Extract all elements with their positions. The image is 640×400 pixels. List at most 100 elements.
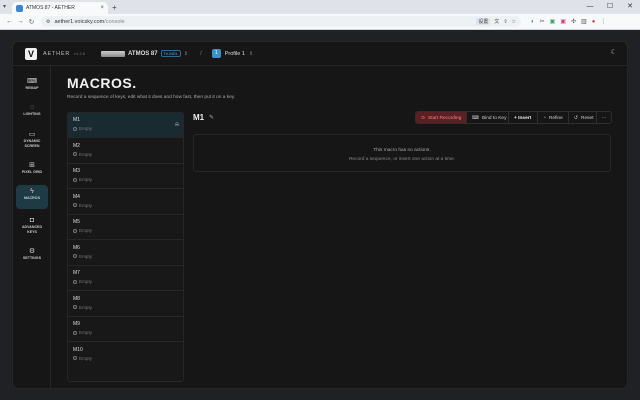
app-window: V AETHER v1.2.6 ATMOS 87 Tri-MDL ⇕ / 1 P… (12, 41, 628, 389)
empty-state-title: This macro has no actions. (373, 148, 431, 153)
extension-icon[interactable]: ▣ (550, 18, 556, 25)
empty-circle-icon (73, 356, 77, 360)
chevron-updown-icon: ⇕ (248, 50, 254, 57)
browser-toolbar: ← → ↻ ⚙ aether1.voicsky.com/console 设置 文… (0, 14, 640, 30)
advanced-icon: ◘ (29, 217, 35, 224)
sidebar-item-macros[interactable]: ϟ MACROS (16, 185, 48, 209)
translate-icon[interactable]: 文 (494, 18, 499, 25)
extension-icon[interactable]: ◐ (531, 19, 535, 25)
browser-tab[interactable]: ATMOS 87 - AETHER × (12, 2, 108, 14)
profile-avatar[interactable]: ● (592, 19, 596, 25)
sidebar-item-advanced-keys[interactable]: ◘ ADVANCED KEYS (16, 214, 48, 242)
brand-name: AETHER (43, 50, 71, 57)
page-subtitle: Record a sequence of keys, edit what it … (67, 95, 236, 100)
sidebar: ⌨ REMAP ◌ LIGHTING ▭ DYNAMIC SCREEN ⊞ PI… (13, 66, 51, 388)
sidebar-item-remap[interactable]: ⌨ REMAP (16, 74, 48, 98)
monitor-icon: ▭ (28, 131, 36, 138)
refine-button[interactable]: ◔ Refine (538, 112, 569, 123)
brand-logo-icon: V (25, 47, 37, 60)
url-text: aether1.voicsky.com/console (54, 18, 125, 25)
start-recording-button[interactable]: ⊙ Start Recording (416, 112, 467, 123)
macro-editor-title: M1 (193, 113, 205, 122)
gear-icon: ⚙ (28, 248, 36, 255)
theme-toggle-moon-icon[interactable]: ☾ (611, 48, 617, 56)
refine-icon: ◔ (543, 116, 546, 121)
profile-name: Profile 1 (224, 50, 245, 57)
device-badge: Tri-MDL (160, 50, 181, 57)
bind-to-key-button[interactable]: ⌨ Bind to Key (467, 112, 509, 123)
empty-circle-icon (73, 228, 77, 233)
app-header: V AETHER v1.2.6 ATMOS 87 Tri-MDL ⇕ / 1 P… (13, 42, 627, 66)
bookmark-star-icon[interactable]: ☆ (512, 19, 516, 25)
list-item[interactable]: M8 Empty (68, 292, 183, 317)
list-item[interactable]: M2 Empty (68, 139, 183, 164)
macro-list: M1 Empty ⍾ M2 Empty M3 Empty M4 Empty M5… (67, 112, 184, 382)
record-icon: ⊙ (421, 116, 426, 121)
macro-actions-area: This macro has no actions. Record a sequ… (193, 134, 611, 172)
tab-favicon-icon (16, 4, 23, 12)
list-item[interactable]: M4 Empty (68, 190, 183, 215)
share-icon[interactable]: ⇪ (503, 19, 507, 25)
forward-icon[interactable]: → (15, 18, 26, 25)
sidebar-item-settings[interactable]: ⚙ SETTINGS (16, 244, 48, 268)
brand-version: v1.2.6 (74, 51, 86, 56)
list-item[interactable]: M5 Empty (68, 215, 183, 240)
address-bar[interactable]: ⚙ aether1.voicsky.com/console 设置 文 ⇪ ☆ (41, 16, 521, 27)
empty-circle-icon (73, 152, 77, 156)
empty-circle-icon (73, 203, 77, 207)
sidebar-item-dynamic-screen[interactable]: ▭ DYNAMIC SCREEN (16, 127, 48, 155)
sidebar-item-pixel-grid[interactable]: ⊞ PIXEL GRID (16, 158, 48, 182)
extension-icon[interactable]: ▣ (560, 18, 566, 25)
empty-circle-icon (73, 305, 77, 309)
device-name: ATMOS 87 (128, 50, 158, 57)
menu-dots-icon[interactable]: ⋮ (600, 18, 606, 25)
device-selector[interactable]: ATMOS 87 Tri-MDL ⇕ (101, 50, 188, 57)
sidebar-item-lighting[interactable]: ◌ LIGHTING (16, 101, 48, 125)
empty-circle-icon (73, 330, 77, 335)
page-title: MACROS. (67, 75, 137, 91)
list-item[interactable]: M1 Empty ⍾ (68, 113, 183, 138)
profile-badge: 1 (211, 49, 221, 58)
empty-circle-icon (73, 279, 77, 284)
puzzle-icon[interactable]: ✣ (571, 18, 576, 25)
list-item[interactable]: M6 Empty (68, 241, 183, 266)
keyboard-icon: ⌨ (472, 116, 479, 121)
window-controls: — ☐ ✕ (580, 0, 640, 14)
list-item[interactable]: M10 Empty (68, 343, 183, 368)
more-options-button[interactable]: ··· (597, 112, 611, 123)
list-item[interactable]: M3 Empty (68, 164, 183, 189)
lightning-icon: ϟ (30, 188, 34, 195)
back-icon[interactable]: ← (4, 18, 15, 25)
header-separator: / (200, 50, 202, 57)
empty-state-hint: Record a sequence, or insert one action … (348, 157, 456, 162)
tab-title: ATMOS 87 - AETHER (26, 5, 75, 11)
reset-button[interactable]: ↺ Reset (569, 112, 597, 123)
extension-icon[interactable]: ✂ (540, 18, 545, 25)
bulb-icon: ◌ (29, 104, 35, 111)
chevron-updown-icon: ⇕ (183, 50, 189, 57)
list-item[interactable]: M9 Empty (68, 317, 183, 342)
maximize-icon[interactable]: ☐ (600, 0, 620, 14)
reload-icon[interactable]: ↻ (26, 18, 37, 26)
empty-circle-icon (73, 254, 77, 258)
site-info-icon[interactable]: ⚙ (46, 19, 50, 25)
minimize-icon[interactable]: — (580, 0, 600, 14)
new-tab-button[interactable]: + (112, 3, 117, 12)
split-view-icon[interactable]: ▥ (581, 18, 587, 25)
close-window-icon[interactable]: ✕ (620, 0, 640, 14)
bell-icon[interactable]: ⍾ (175, 122, 179, 129)
browser-tab-bar: ▾ ATMOS 87 - AETHER × + — ☐ ✕ (0, 0, 640, 14)
empty-circle-icon (73, 126, 77, 131)
empty-circle-icon (73, 177, 77, 182)
tab-list-icon[interactable]: ▾ (3, 3, 6, 10)
extensions-area: ◐ ✂ ▣ ▣ ✣ ▥ ● ⋮ (531, 18, 606, 26)
close-tab-icon[interactable]: × (100, 5, 104, 11)
macro-toolbar: ⊙ Start Recording ⌨ Bind to Key + Insert… (415, 111, 612, 124)
profile-selector[interactable]: 1 Profile 1 ⇕ (211, 49, 254, 58)
keyboard-image (101, 50, 126, 57)
pencil-icon[interactable]: ✎ (209, 114, 214, 121)
reset-icon: ↺ (574, 116, 579, 121)
list-item[interactable]: M7 Empty (68, 266, 183, 291)
translate-badge[interactable]: 设置 (476, 18, 491, 25)
insert-button[interactable]: + Insert (509, 112, 538, 123)
